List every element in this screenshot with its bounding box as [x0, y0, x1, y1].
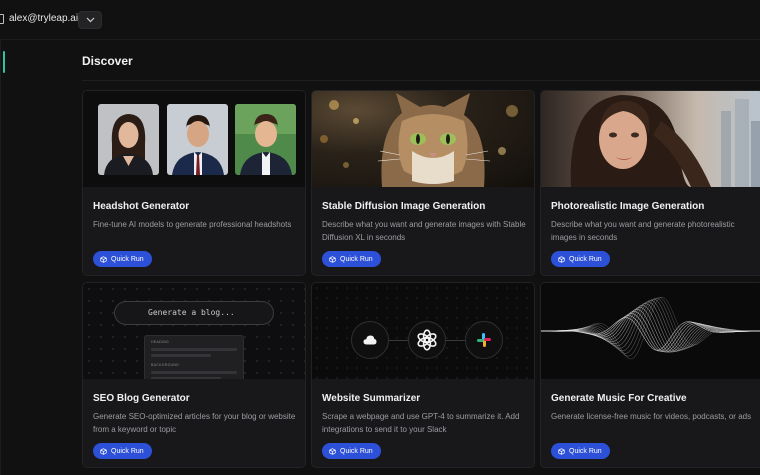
blog-mockup-thumbnail: Generate a blog... HEADING BACKGROUND [83, 283, 305, 379]
quick-run-label: Quick Run [111, 255, 144, 263]
woman-portrait-thumbnail [541, 91, 760, 187]
headshot-thumbnail [83, 91, 305, 187]
card-title: Photorealistic Image Generation [551, 201, 705, 212]
connector-line [446, 340, 465, 341]
cube-icon [329, 255, 336, 263]
slack-icon [477, 333, 491, 347]
card-title: Generate Music For Creative [551, 393, 687, 404]
quick-run-button[interactable]: Quick Run [551, 251, 610, 267]
cube-icon [100, 255, 107, 263]
card-photorealistic[interactable]: Photorealistic Image Generation Describe… [540, 90, 760, 276]
slack-node [465, 321, 503, 359]
sidebar-active-indicator [3, 51, 5, 73]
user-email[interactable]: alex@tryleap.ai [9, 13, 78, 24]
cat-illustration [320, 93, 518, 187]
card-stable-diffusion[interactable]: Stable Diffusion Image Generation Descri… [311, 90, 535, 276]
card-title: Headshot Generator [93, 201, 190, 212]
quick-run-label: Quick Run [569, 255, 602, 263]
wave-line [541, 304, 760, 353]
quick-run-button[interactable]: Quick Run [322, 251, 381, 267]
preview-line [151, 377, 221, 379]
headshot-portrait-2 [167, 104, 228, 175]
quick-run-button[interactable]: Quick Run [93, 251, 152, 267]
preview-line [151, 348, 237, 351]
card-description: Generate license-free music for videos, … [551, 412, 752, 421]
user-icon [0, 14, 4, 24]
blog-prompt-preview: Generate a blog... [114, 301, 274, 325]
card-description: Describe what you want and generate phot… [551, 220, 735, 242]
cube-icon [329, 447, 336, 455]
card-seo-blog-generator[interactable]: Generate a blog... HEADING BACKGROUND SE… [82, 282, 306, 468]
cube-icon [100, 447, 107, 455]
headshot-portrait-1 [98, 104, 159, 175]
woman-illustration [570, 95, 760, 187]
card-description: Fine-tune AI models to generate professi… [93, 220, 292, 229]
connector-line [389, 340, 408, 341]
title-divider [82, 80, 760, 81]
cube-icon [558, 255, 565, 263]
background-label: BACKGROUND [151, 363, 180, 367]
openai-icon [417, 329, 437, 351]
cloud-icon [363, 335, 377, 345]
quick-run-button[interactable]: Quick Run [93, 443, 152, 459]
sidebar-divider [0, 40, 1, 475]
wave-line [541, 299, 760, 351]
account-dropdown-button[interactable] [78, 11, 102, 29]
card-title: Stable Diffusion Image Generation [322, 201, 486, 212]
headshot-portrait-3 [235, 104, 296, 175]
preview-line [151, 371, 237, 374]
quick-run-label: Quick Run [569, 447, 602, 455]
card-headshot-generator[interactable]: Headshot Generator Fine-tune AI models t… [82, 90, 306, 276]
wave-line [541, 296, 760, 360]
blog-output-preview: HEADING BACKGROUND [144, 335, 244, 379]
card-generate-music[interactable]: Generate Music For Creative Generate lic… [540, 282, 760, 468]
card-description: Generate SEO-optimized articles for your… [93, 412, 296, 434]
card-description: Describe what you want and generate imag… [322, 220, 526, 242]
sound-wave-thumbnail [541, 283, 760, 379]
integrations-thumbnail [312, 283, 534, 379]
quick-run-button[interactable]: Quick Run [551, 443, 610, 459]
quick-run-label: Quick Run [340, 447, 373, 455]
openai-node [408, 321, 446, 359]
card-title: Website Summarizer [322, 393, 421, 404]
chevron-down-icon [86, 17, 95, 23]
cat-photo-thumbnail [312, 91, 534, 187]
heading-label: HEADING [151, 340, 170, 344]
card-description: Scrape a webpage and use GPT-4 to summar… [322, 412, 520, 434]
quick-run-label: Quick Run [340, 255, 373, 263]
quick-run-button[interactable]: Quick Run [322, 443, 381, 459]
sound-wave-graphic [541, 296, 760, 360]
wave-line [541, 311, 760, 353]
card-website-summarizer[interactable]: Website Summarizer Scrape a webpage and … [311, 282, 535, 468]
cloud-node [351, 321, 389, 359]
wave-line [541, 302, 760, 352]
cube-icon [558, 447, 565, 455]
top-bar: alex@tryleap.ai [0, 0, 760, 40]
preview-line [151, 354, 211, 357]
page-title: Discover [82, 54, 133, 68]
card-title: SEO Blog Generator [93, 393, 190, 404]
quick-run-label: Quick Run [111, 447, 144, 455]
wave-line [541, 317, 760, 351]
